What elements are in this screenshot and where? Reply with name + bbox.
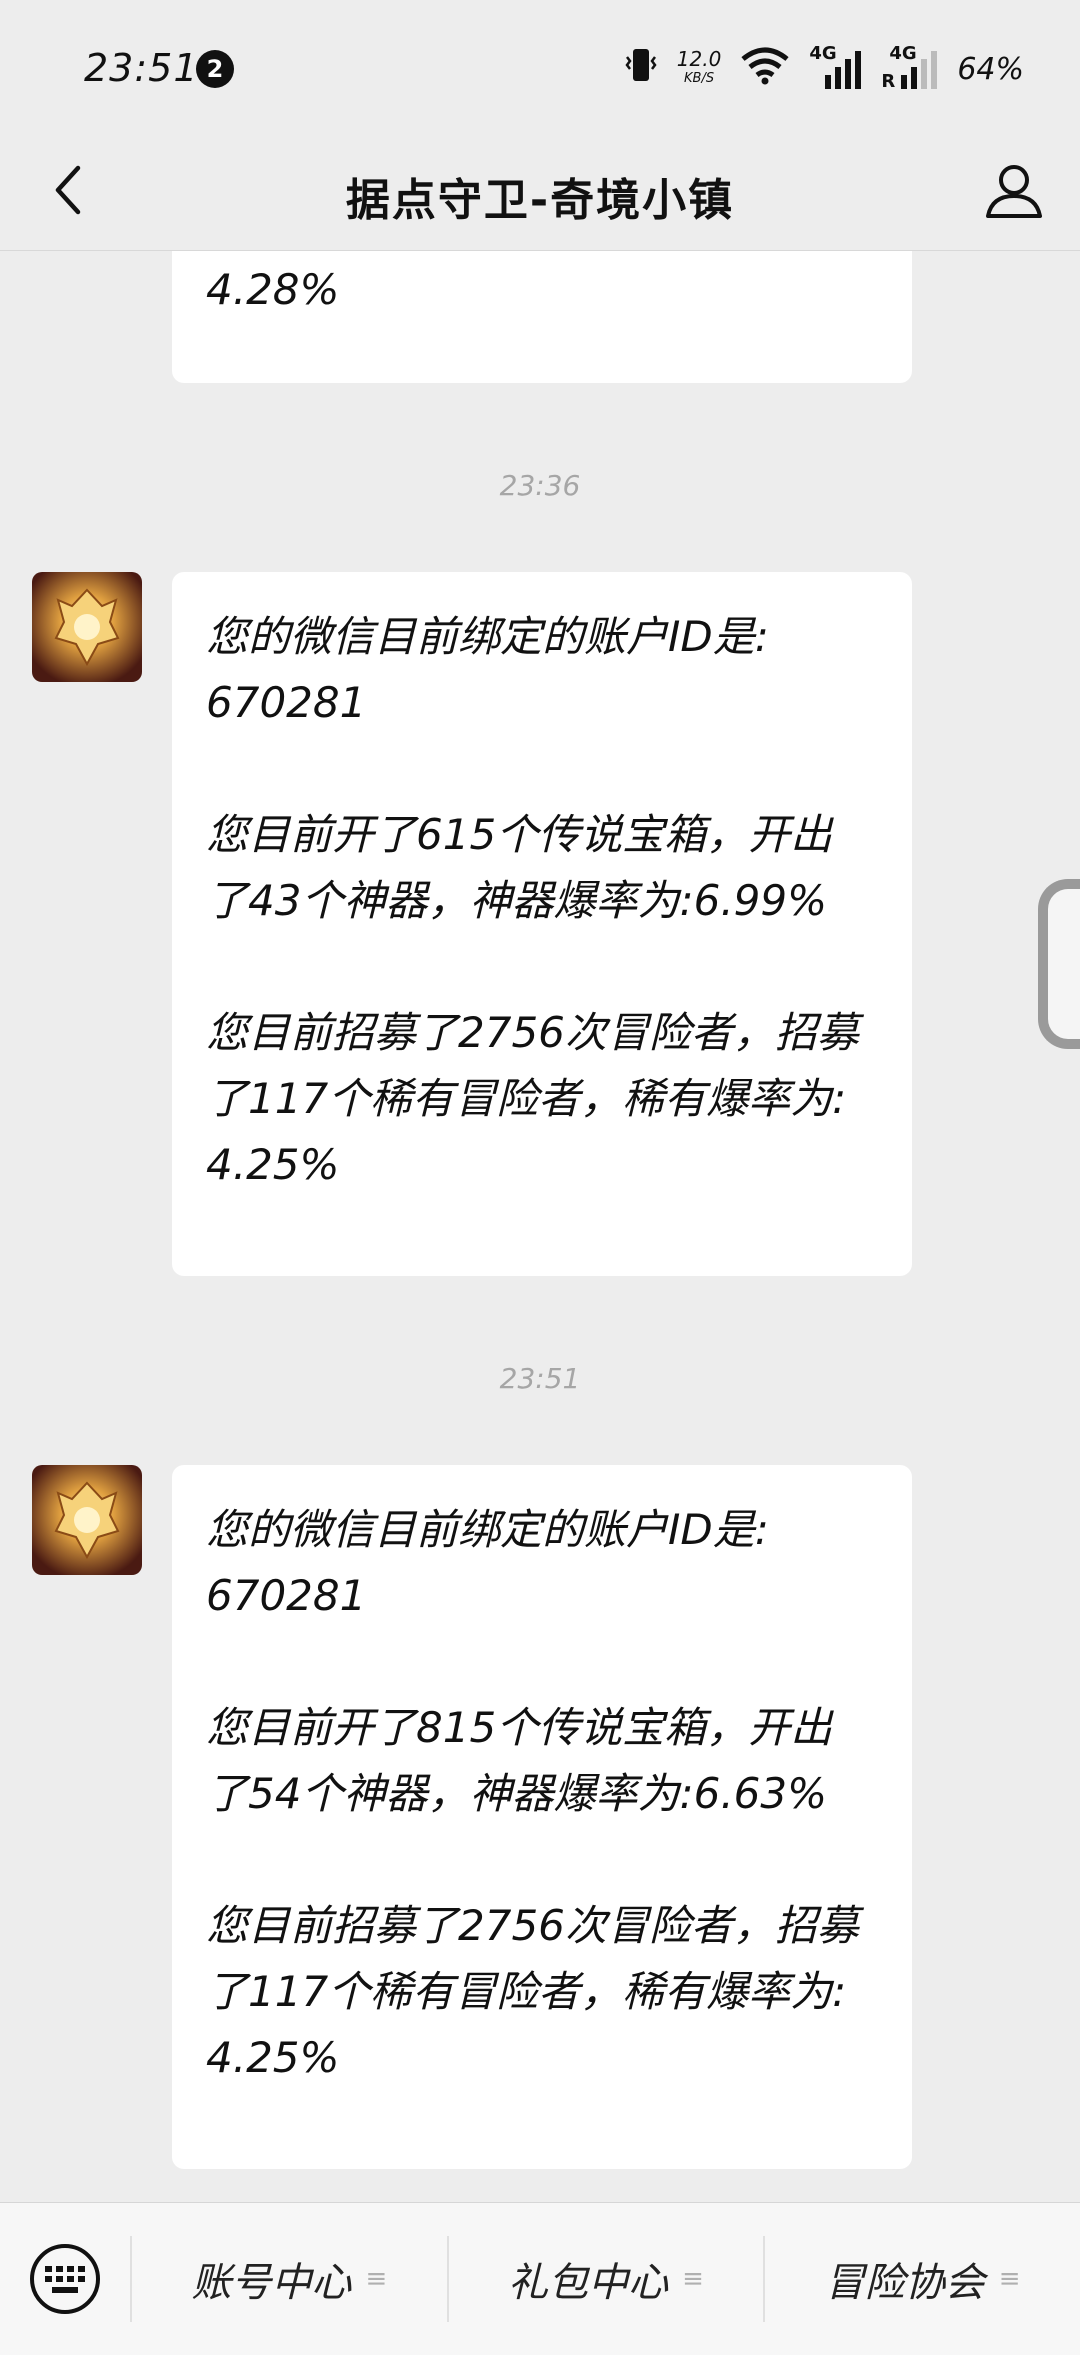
status-bar: 23:51 2 12.0 KB/S 4G 4G R 64%: [0, 0, 1080, 130]
message-timestamp: 23:36: [499, 469, 581, 502]
message-line: 4.25%: [206, 1140, 340, 1189]
message-line: 您目前招募了2756次冒险者，招募: [206, 1901, 859, 1950]
vibrate-icon: [623, 45, 659, 93]
menu-lines-icon: ≡: [998, 2264, 1021, 2294]
menu-item-account-center[interactable]: 账号中心 ≡: [132, 2203, 447, 2355]
message-line: 670281: [206, 1571, 367, 1620]
message-timestamp: 23:51: [499, 1362, 581, 1395]
status-time: 23:51: [84, 46, 199, 90]
page-title: 据点守卫-奇境小镇: [345, 175, 735, 226]
message-line: 您目前开了615个传说宝箱，开出: [206, 810, 833, 859]
network-speed-value: 12.0: [676, 47, 722, 71]
message-line: 了43个神器，神器爆率为:6.99%: [206, 876, 828, 925]
network-speed: 12.0 KB/S: [677, 49, 722, 89]
message-line: 了117个稀有冒险者，稀有爆率为:: [206, 1967, 847, 2016]
message-line: 您目前开了815个传说宝箱，开出: [206, 1703, 833, 1752]
battery-level: 64%: [957, 51, 1024, 87]
message-line: 670281: [206, 678, 367, 727]
keyboard-toggle-button[interactable]: [0, 2203, 130, 2355]
cell-signal-2: 4G R: [881, 43, 939, 92]
profile-button[interactable]: [978, 154, 1050, 226]
menu-lines-icon: ≡: [682, 2264, 704, 2294]
game-emblem-icon: [32, 1465, 142, 1575]
cell-signal-1: 4G: [809, 43, 863, 91]
menu-lines-icon: ≡: [365, 2264, 388, 2294]
avatar[interactable]: [32, 1465, 142, 1575]
message-text: 4.28%: [206, 265, 340, 314]
keyboard-icon: [30, 2244, 100, 2314]
menu-item-adventure-guild[interactable]: 冒险协会 ≡: [765, 2203, 1080, 2355]
chat-header: 据点守卫-奇境小镇: [0, 130, 1080, 251]
notification-count-badge: 2: [196, 50, 234, 88]
signal-bars-icon: [825, 51, 862, 89]
person-icon: [986, 165, 1042, 218]
bottom-menu-bar: 账号中心 ≡ 礼包中心 ≡ 冒险协会 ≡: [0, 2202, 1080, 2355]
network-speed-unit: KB/S: [684, 71, 715, 86]
menu-item-gift-center[interactable]: 礼包中心 ≡: [449, 2203, 764, 2355]
menu-item-label: 冒险协会: [824, 2260, 985, 2306]
avatar[interactable]: [32, 572, 142, 682]
wifi-icon: [739, 45, 791, 93]
message-line: 了117个稀有冒险者，稀有爆率为:: [206, 1074, 847, 1123]
menu-item-label: 账号中心: [191, 2260, 352, 2306]
floating-widget[interactable]: [1038, 879, 1080, 1049]
menu-item-label: 礼包中心: [508, 2260, 669, 2306]
message-line: 您的微信目前绑定的账户ID是:: [206, 1505, 769, 1554]
message-bubble: 4.28%: [172, 251, 912, 383]
message-line: 4.25%: [206, 2033, 340, 2082]
status-icons: 12.0 KB/S 4G 4G R 64%: [623, 43, 1024, 94]
signal-bars-icon-2: [901, 51, 938, 89]
chat-area[interactable]: 4.28% 23:36 您的微信目前绑定的账户ID是: 670281 您目前开了…: [0, 251, 1080, 2201]
message-line: 您目前招募了2756次冒险者，招募: [206, 1008, 859, 1057]
game-emblem-icon: [32, 572, 142, 682]
message-bubble: 您的微信目前绑定的账户ID是: 670281 您目前开了815个传说宝箱，开出 …: [172, 1465, 912, 2169]
message-line: 您的微信目前绑定的账户ID是:: [206, 612, 769, 661]
message-bubble: 您的微信目前绑定的账户ID是: 670281 您目前开了615个传说宝箱，开出 …: [172, 572, 912, 1276]
message-line: 了54个神器，神器爆率为:6.63%: [206, 1769, 828, 1818]
